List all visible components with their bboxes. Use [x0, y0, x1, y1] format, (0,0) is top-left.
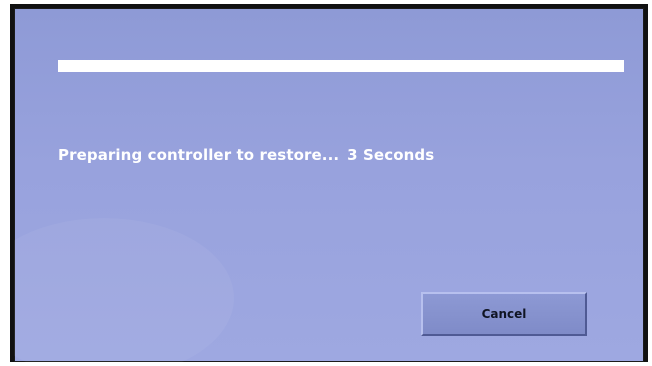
- device-frame: Preparing controller to restore... 3 Seco…: [0, 0, 652, 366]
- progress-bar-fill: [58, 60, 624, 72]
- status-message: Preparing controller to restore... 3 Seco…: [58, 146, 434, 164]
- progress-bar: [58, 60, 624, 72]
- countdown-text: 3 Seconds: [347, 146, 435, 164]
- restore-screen: Preparing controller to restore... 3 Seco…: [14, 8, 644, 362]
- cancel-button-label: Cancel: [481, 307, 527, 321]
- cancel-button[interactable]: Cancel: [421, 292, 587, 336]
- status-message-text: Preparing controller to restore...: [58, 146, 340, 164]
- screen-glare: [14, 218, 234, 362]
- bezel-right: [644, 8, 648, 362]
